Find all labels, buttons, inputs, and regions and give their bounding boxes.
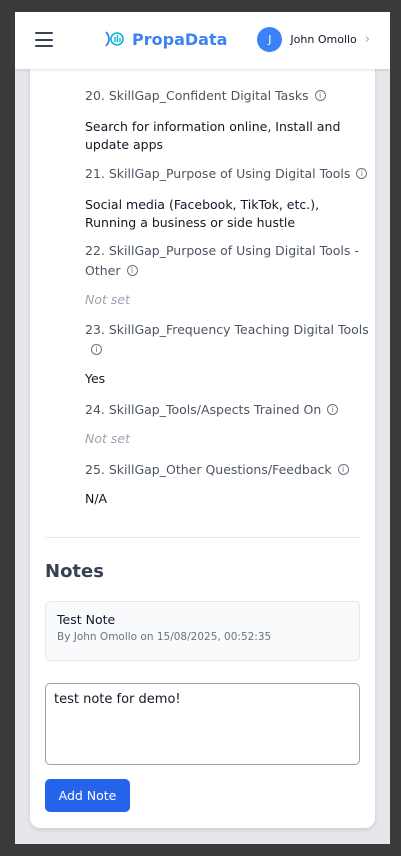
field-value-25: N/A xyxy=(85,491,108,506)
note-input[interactable] xyxy=(45,683,360,765)
field-label-20: 20. SkillGap_Confident Digital Tasks i xyxy=(85,86,370,106)
app-name: PropaData xyxy=(132,29,228,49)
field-value-20: Search for information online, Install a… xyxy=(85,119,341,152)
details-card: … 20. SkillGap_Confident Digital Tasksi … xyxy=(30,12,375,828)
field-label-22: 22. SkillGap_Purpose of Using Digital To… xyxy=(85,241,370,281)
field-label-text: 20. SkillGap_Confident Digital Tasks xyxy=(85,88,309,103)
info-icon[interactable]: i xyxy=(314,90,326,101)
info-icon[interactable]: i xyxy=(337,464,349,475)
field-label-24: 24. SkillGap_Tools/Aspects Trained On i xyxy=(85,400,370,420)
section-divider xyxy=(45,537,360,538)
field-label-21: 21. SkillGap_Purpose of Using Digital To… xyxy=(85,164,370,184)
user-menu[interactable]: J John Omollo › xyxy=(257,27,370,52)
note-meta: By John Omollo on 15/08/2025, 00:52:35 xyxy=(57,631,272,643)
field-label-text: 21. SkillGap_Purpose of Using Digital To… xyxy=(85,166,351,181)
field-value-22: Not set xyxy=(85,292,130,307)
info-icon[interactable]: i xyxy=(126,265,138,276)
logo-icon xyxy=(105,31,124,47)
chevron-right-icon: › xyxy=(364,32,370,47)
app-frame: … 20. SkillGap_Confident Digital Tasksi … xyxy=(15,12,390,844)
field-label-text: 22. SkillGap_Purpose of Using Digital To… xyxy=(85,243,359,278)
field-value-24: Not set xyxy=(85,431,130,446)
note-title: Test Note xyxy=(57,612,116,627)
field-label-25: 25. SkillGap_Other Questions/Feedback i xyxy=(85,460,370,480)
top-header: PropaData J John Omollo › xyxy=(15,12,390,69)
info-icon[interactable]: i xyxy=(327,404,339,415)
info-icon[interactable]: i xyxy=(91,344,102,355)
note-item: Test Note By John Omollo on 15/08/2025, … xyxy=(45,601,360,661)
field-label-text: 23. SkillGap_Frequency Teaching Digital … xyxy=(85,322,369,337)
notes-heading: Notes xyxy=(45,561,104,582)
info-icon[interactable]: i xyxy=(356,168,368,179)
menu-icon[interactable] xyxy=(35,32,53,47)
field-label-23: 23. SkillGap_Frequency Teaching Digital … xyxy=(85,320,370,360)
avatar: J xyxy=(257,27,283,52)
app-logo[interactable]: PropaData xyxy=(104,28,227,50)
field-value-23: Yes xyxy=(85,371,106,386)
field-label-text: 24. SkillGap_Tools/Aspects Trained On xyxy=(85,402,322,417)
add-note-button[interactable]: Add Note xyxy=(45,779,130,812)
field-label-text: 25. SkillGap_Other Questions/Feedback xyxy=(85,462,332,477)
field-value-21: Social media (Facebook, TikTok, etc.), R… xyxy=(85,197,320,230)
user-name: John Omollo xyxy=(290,33,357,46)
